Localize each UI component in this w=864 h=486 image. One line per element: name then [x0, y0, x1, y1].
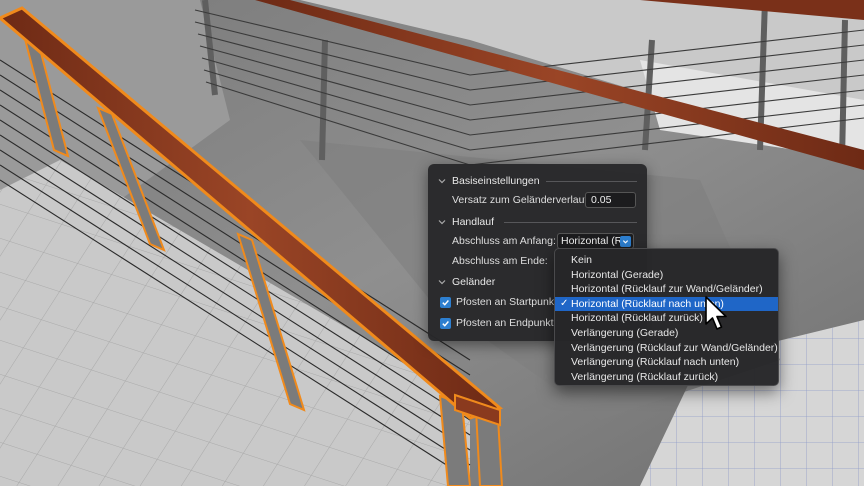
chevron-down-icon[interactable]: [438, 218, 446, 226]
menu-item[interactable]: Kein: [555, 253, 778, 268]
start-end-label: Abschluss am Anfang:: [452, 235, 556, 247]
offset-input[interactable]: [585, 192, 636, 208]
checkmark-icon: ✓: [560, 297, 569, 309]
menu-item[interactable]: Horizontal (Rücklauf zurück): [555, 311, 778, 326]
chevron-down-icon[interactable]: [438, 177, 446, 185]
start-end-dropdown-menu: Kein Horizontal (Gerade) Horizontal (Rüc…: [554, 248, 779, 386]
end-post-checkbox-row[interactable]: Pfosten an Endpunkt: [440, 315, 554, 331]
end-end-label: Abschluss am Ende:: [452, 255, 548, 267]
section-header-gelaender[interactable]: Geländer: [438, 275, 495, 289]
menu-item[interactable]: Verlängerung (Rücklauf nach unten): [555, 355, 778, 370]
chevron-down-icon[interactable]: [438, 278, 446, 286]
section-title: Basiseinstellungen: [452, 175, 540, 187]
menu-item[interactable]: Verlängerung (Rücklauf zurück): [555, 370, 778, 385]
end-post-label: Pfosten an Endpunkt: [456, 317, 554, 329]
section-header-handlauf[interactable]: Handlauf: [438, 215, 494, 229]
divider: [546, 181, 637, 182]
chevron-down-icon[interactable]: [620, 235, 631, 247]
offset-label: Versatz zum Geländerverlauf:: [452, 194, 591, 206]
start-end-select[interactable]: Horizontal (R: [557, 233, 634, 249]
section-header-basis[interactable]: Basiseinstellungen: [438, 174, 540, 188]
section-title: Handlauf: [452, 216, 495, 228]
start-post-label: Pfosten an Startpunkt: [456, 296, 557, 308]
end-post-checkbox[interactable]: [440, 317, 451, 329]
divider: [504, 222, 637, 223]
menu-item[interactable]: Horizontal (Rücklauf zur Wand/Geländer): [555, 282, 778, 297]
menu-item-selected[interactable]: ✓ Horizontal (Rücklauf nach unten): [555, 296, 778, 312]
menu-item[interactable]: Verlängerung (Rücklauf zur Wand/Geländer…: [555, 341, 778, 356]
checkmark-icon: [442, 320, 449, 327]
menu-item[interactable]: Verlängerung (Gerade): [555, 326, 778, 341]
mouse-pointer-icon: [705, 296, 727, 330]
section-title: Geländer: [452, 276, 496, 288]
start-post-checkbox[interactable]: [440, 296, 451, 308]
menu-item[interactable]: Horizontal (Gerade): [555, 268, 778, 283]
checkmark-icon: [442, 299, 449, 306]
start-post-checkbox-row[interactable]: Pfosten an Startpunkt: [440, 294, 557, 310]
select-value: Horizontal (R: [561, 235, 620, 247]
